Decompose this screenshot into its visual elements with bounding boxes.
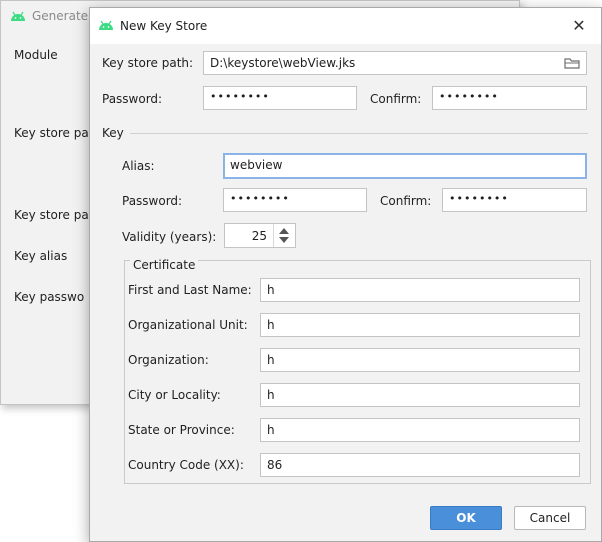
key-store-path-value: D:\keystore\webView.jks (210, 56, 356, 70)
store-confirm-input[interactable]: •••••••• (432, 86, 587, 110)
bg-label-key-store-password: Key store pa (14, 208, 89, 222)
android-icon (11, 11, 25, 21)
store-confirm-label: Confirm: (370, 92, 422, 106)
spinner-down-icon[interactable] (279, 237, 289, 243)
spinner-up-icon[interactable] (279, 228, 289, 234)
alias-label: Alias: (122, 159, 155, 173)
validity-value: 25 (251, 229, 267, 243)
validity-spinner[interactable]: 25 (224, 223, 296, 248)
bg-label-key-store-path: Key store pat (14, 126, 94, 140)
organization-label: Organization: (128, 353, 209, 367)
bg-label-key-password: Key passwo (14, 290, 85, 304)
organizational-unit-label: Organizational Unit: (128, 318, 248, 332)
key-section-title: Key (102, 126, 124, 140)
new-key-store-dialog: New Key Store ✕ Key store path: D:\keyst… (89, 7, 602, 542)
dialog-title: New Key Store (120, 19, 208, 33)
key-confirm-input[interactable]: •••••••• (442, 188, 587, 212)
dialog-titlebar: New Key Store ✕ (90, 8, 601, 44)
country-code-label: Country Code (XX): (128, 458, 244, 472)
key-password-label: Password: (122, 194, 183, 208)
android-icon (99, 20, 113, 30)
key-password-input[interactable]: •••••••• (223, 188, 367, 212)
background-dialog-title: Generate (32, 9, 89, 23)
folder-icon[interactable] (564, 56, 580, 70)
state-province-label: State or Province: (128, 423, 235, 437)
organizational-unit-input[interactable]: h (260, 313, 580, 337)
first-last-name-label: First and Last Name: (128, 283, 252, 297)
cancel-button[interactable]: Cancel (514, 506, 586, 530)
key-store-path-label: Key store path: (102, 56, 194, 70)
city-locality-input[interactable]: h (260, 383, 580, 407)
key-store-path-input[interactable]: D:\keystore\webView.jks (203, 51, 587, 75)
bg-label-key-alias: Key alias (14, 249, 68, 263)
certificate-title: Certificate (130, 258, 199, 272)
bg-label-module: Module (14, 48, 58, 62)
store-password-input[interactable]: •••••••• (203, 86, 357, 110)
spinner-buttons (273, 224, 295, 247)
alias-input[interactable]: webview (223, 153, 587, 179)
close-icon[interactable]: ✕ (570, 17, 588, 35)
ok-button[interactable]: OK (430, 506, 502, 530)
city-locality-label: City or Locality: (128, 388, 221, 402)
state-province-input[interactable]: h (260, 418, 580, 442)
country-code-input[interactable]: 86 (260, 453, 580, 477)
organization-input[interactable]: h (260, 348, 580, 372)
key-confirm-label: Confirm: (380, 194, 432, 208)
first-last-name-input[interactable]: h (260, 278, 580, 302)
store-password-label: Password: (102, 92, 163, 106)
key-section-divider (130, 133, 588, 134)
validity-label: Validity (years): (122, 230, 217, 244)
